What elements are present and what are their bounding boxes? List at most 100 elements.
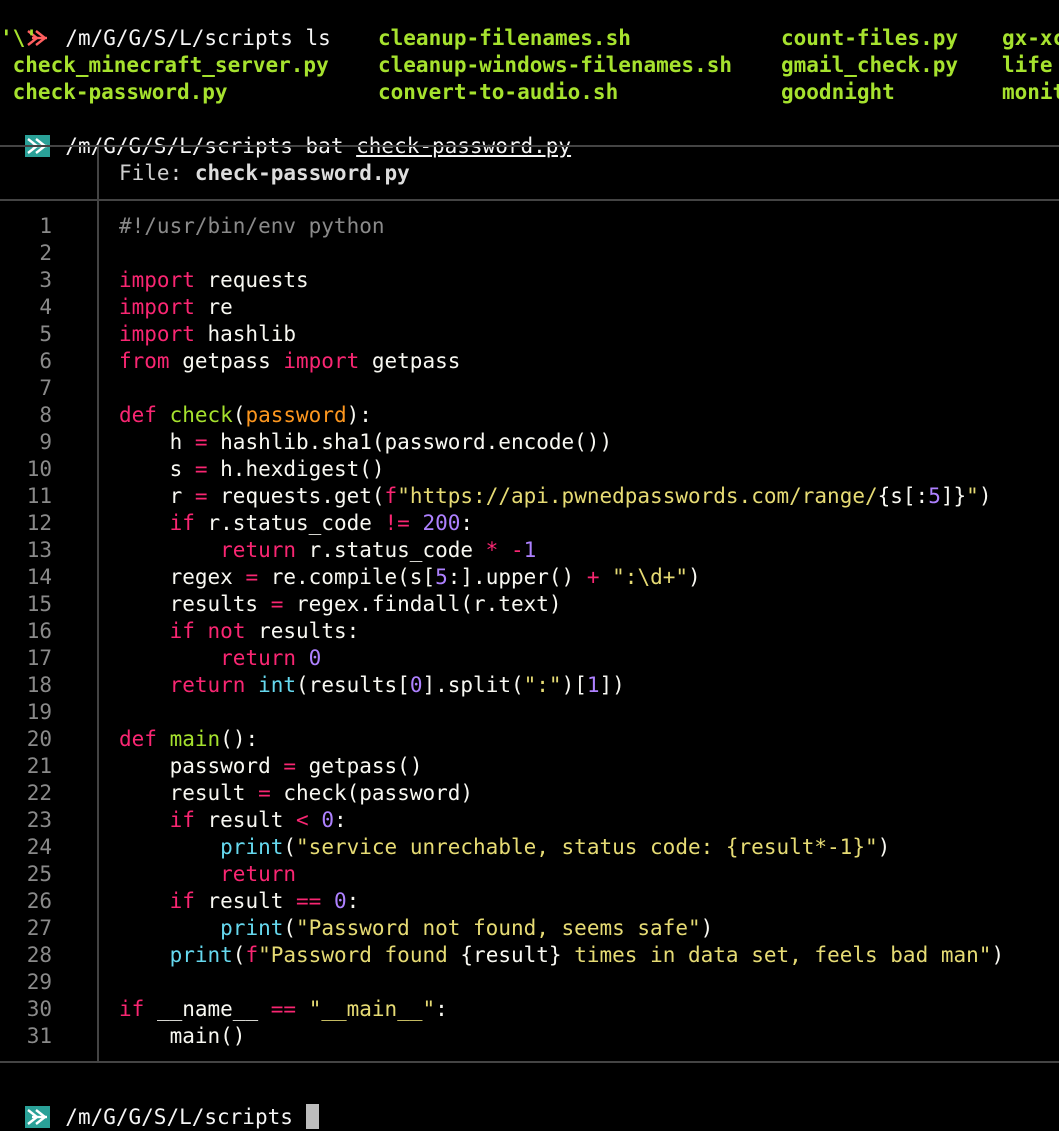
ls-entry[interactable]: gmail_check.py [781,52,958,79]
ls-entry[interactable]: check_minecraft_server.py [0,52,329,79]
code-token: ].split( [422,673,524,697]
code-token: result [119,781,259,805]
code-token: )[ [561,673,587,697]
ls-entry[interactable]: monit [1002,79,1059,106]
code-token: ( [232,943,246,967]
code-line: import requests [119,267,309,294]
code-token: hashlib [194,322,297,346]
code-line: results = regex.findall(r.text) [119,591,562,618]
line-number: 25 [26,862,52,886]
code-line: if __name__ == "__main__": [119,996,448,1023]
line-number: 27 [26,916,52,940]
code-line: result = check(password) [119,780,473,807]
code-token: = [194,484,208,508]
code-token: ) [700,916,714,940]
line-number: 19 [26,700,52,724]
code-token: 5 [435,565,448,589]
code-token: ( [283,835,297,859]
code-token: {result} [460,943,562,967]
ls-entry[interactable]: goodnight [781,79,895,106]
code-token: #!/usr/bin/env python [119,214,385,238]
code-token: = [270,592,284,616]
ls-entry[interactable]: count-files.py [781,25,958,52]
file-name: check-password.py [194,161,410,185]
code-token: getpass() [296,754,423,778]
code-token: ( [232,403,246,427]
code-token: import [283,349,360,373]
code-token: result [194,808,297,832]
code-token: def [119,727,157,751]
code-line: if not results: [119,618,360,645]
ls-entry[interactable]: '\' [0,25,38,52]
code-token: = [194,430,208,454]
code-token: = [283,754,297,778]
ls-entry[interactable]: convert-to-audio.sh [378,79,618,106]
ls-entry[interactable]: check-password.py [0,79,228,106]
code-token: ]} [940,484,967,508]
code-token: if [169,619,195,643]
line-number: 3 [39,268,52,292]
code-token: hashlib.sha1(password.encode()) [207,430,613,454]
code-token: check [169,403,233,427]
line-number: 8 [39,403,52,427]
ls-entry[interactable]: cleanup-filenames.sh [378,25,631,52]
code-token: "service unrechable, status code: {resul… [296,835,878,859]
code-token: regex.findall(r.text) [283,592,562,616]
code-token: return [220,646,297,670]
code-token: * [485,538,499,562]
terminal-cursor[interactable] [305,1104,319,1129]
code-token: ) [991,943,1005,967]
code-line: print(f"Password found {result} times in… [119,942,1005,969]
line-number: 9 [39,430,52,454]
code-token: 200 [422,511,461,535]
line-number: 21 [26,754,52,778]
code-token: 0 [409,673,423,697]
code-token: ): [346,403,372,427]
line-number: 10 [26,457,52,481]
ls-entry[interactable]: gx-xc [1002,25,1059,52]
code-token: " [966,484,979,508]
code-line: return int(results[0].split(":")[1]) [119,672,625,699]
code-token: main() [119,1024,246,1048]
ls-entry[interactable]: life [1002,52,1053,79]
line-number: 26 [26,889,52,913]
code-line: import re [119,294,233,321]
code-line: s = h.hexdigest() [119,456,385,483]
code-token: ":\d+" [612,565,689,589]
code-line: #!/usr/bin/env python [119,213,385,240]
code-token: re [194,295,233,319]
code-token: 0 [308,646,322,670]
code-token: getpass [359,349,461,373]
code-token: if [169,511,195,535]
code-token: + [586,565,600,589]
code-token: 0 [321,808,334,832]
code-token: = [258,781,271,805]
line-number: 11 [26,484,52,508]
code-line: return [119,861,296,888]
code-token: r.status_code [296,538,486,562]
line-number: 18 [26,673,52,697]
code-token: 0 [333,889,347,913]
code-token: 5 [928,484,941,508]
ls-entry[interactable]: cleanup-windows-filenames.sh [378,52,732,79]
code-token: "Password not found, seems safe" [296,916,701,940]
bat-header-rule [0,199,1059,201]
code-line: return 0 [119,645,321,672]
line-number: 12 [26,511,52,535]
code-token: :].upper() [447,565,587,589]
code-token: : [435,997,448,1021]
code-token: == [296,889,322,913]
code-token: ) [688,565,701,589]
code-token: 1 [586,673,600,697]
code-token: __name__ [144,997,271,1021]
code-token: result [194,889,297,913]
